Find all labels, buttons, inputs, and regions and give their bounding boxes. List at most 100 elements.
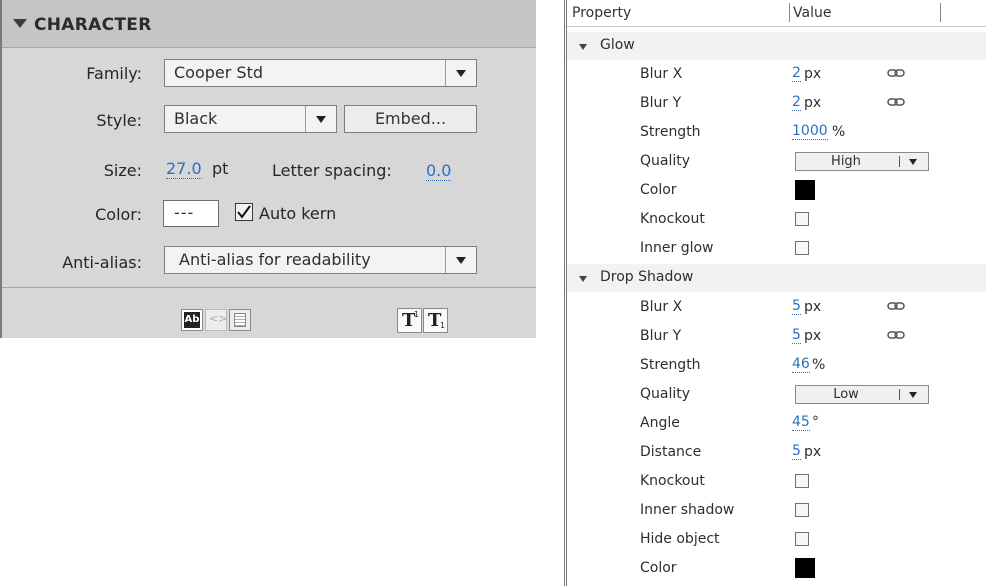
- blur-y-value[interactable]: 5: [792, 328, 801, 344]
- link-chain-icon[interactable]: [887, 97, 905, 107]
- anti-alias-label: Anti-alias:: [62, 253, 142, 272]
- font-size-value[interactable]: 27.0: [166, 160, 202, 179]
- link-chain-icon[interactable]: [887, 330, 905, 340]
- value-column-header[interactable]: Value: [793, 5, 831, 21]
- knockout-checkbox[interactable]: [795, 212, 809, 226]
- family-label: Family:: [86, 64, 142, 83]
- hide-object-checkbox[interactable]: [795, 532, 809, 546]
- shadow-strength-row: Strength 46 %: [567, 351, 986, 380]
- footer-divider: [2, 287, 536, 288]
- glow-strength-row: Strength 1000 %: [567, 118, 986, 147]
- shadow-color-row: Color: [567, 554, 986, 583]
- property-name: Blur Y: [640, 328, 682, 344]
- letter-spacing-value[interactable]: 0.0: [426, 162, 452, 181]
- render-html-icon[interactable]: <>: [205, 309, 227, 331]
- chevron-down-icon: [456, 70, 466, 77]
- blur-x-value[interactable]: 2: [792, 66, 801, 82]
- unit-label: px: [804, 328, 822, 344]
- quality-value: High: [831, 154, 861, 169]
- property-name: Blur X: [640, 299, 683, 315]
- glow-quality-row: Quality High: [567, 147, 986, 176]
- strength-value[interactable]: 1000: [792, 124, 828, 140]
- show-border-icon[interactable]: [229, 309, 251, 331]
- chevron-down-icon: [456, 257, 466, 264]
- shadow-angle-row: Angle 45 °: [567, 409, 986, 438]
- shadow-blur-x-row: Blur X 5 px: [567, 293, 986, 322]
- subscript-icon[interactable]: T 1: [423, 308, 448, 333]
- expand-triangle-icon[interactable]: [579, 44, 587, 50]
- expand-triangle-icon[interactable]: [579, 276, 587, 282]
- property-name: Strength: [640, 357, 701, 373]
- embed-button[interactable]: Embed...: [344, 105, 477, 133]
- glow-color-row: Color: [567, 176, 986, 205]
- link-chain-icon[interactable]: [887, 68, 905, 78]
- group-name: Drop Shadow: [600, 269, 694, 285]
- font-family-value: Cooper Std: [174, 63, 263, 82]
- font-style-dropdown[interactable]: Black: [164, 105, 337, 133]
- text-color-swatch[interactable]: ---: [163, 200, 219, 227]
- anti-alias-dropdown[interactable]: Anti-alias for readability: [164, 246, 477, 274]
- glow-group-header[interactable]: Glow: [567, 32, 986, 60]
- property-name: Blur X: [640, 66, 683, 82]
- superscript-icon[interactable]: T 1: [397, 308, 422, 333]
- quality-value: Low: [833, 387, 859, 402]
- property-name: Color: [640, 182, 677, 198]
- auto-kern-label: Auto kern: [259, 204, 337, 223]
- dropdown-arrow-button[interactable]: [305, 106, 336, 132]
- blur-x-value[interactable]: 5: [792, 299, 801, 315]
- property-name: Hide object: [640, 531, 720, 547]
- property-name: Angle: [640, 415, 680, 431]
- selectable-text-icon[interactable]: Ab: [181, 309, 203, 331]
- shadow-hide-object-row: Hide object: [567, 525, 986, 554]
- glow-inner-glow-row: Inner glow: [567, 234, 986, 263]
- distance-value[interactable]: 5: [792, 444, 801, 460]
- collapse-triangle-icon[interactable]: [13, 19, 27, 28]
- property-name: Quality: [640, 386, 691, 402]
- anti-alias-value: Anti-alias for readability: [179, 250, 371, 269]
- property-name: Knockout: [640, 211, 705, 227]
- unit-label: °: [812, 414, 819, 430]
- filter-property-grid: Property Value Glow Blur X 2 px Blur Y 2…: [564, 0, 986, 586]
- column-divider[interactable]: [789, 3, 790, 22]
- shadow-blur-y-row: Blur Y 5 px: [567, 322, 986, 351]
- angle-value[interactable]: 45: [792, 415, 810, 431]
- auto-kern-checkbox[interactable]: [235, 203, 253, 221]
- property-column-header[interactable]: Property: [572, 5, 631, 21]
- dropdown-arrow-button[interactable]: [445, 60, 476, 86]
- color-label: Color:: [95, 205, 142, 224]
- unit-label: px: [804, 444, 822, 460]
- blur-y-value[interactable]: 2: [792, 95, 801, 111]
- group-name: Glow: [600, 37, 635, 53]
- unit-label: px: [804, 95, 822, 111]
- glow-blur-y-row: Blur Y 2 px: [567, 89, 986, 118]
- property-name: Strength: [640, 124, 701, 140]
- shadow-color-swatch[interactable]: [795, 558, 815, 578]
- property-name: Blur Y: [640, 95, 682, 111]
- link-chain-icon[interactable]: [887, 301, 905, 311]
- drop-shadow-group-header[interactable]: Drop Shadow: [567, 264, 986, 292]
- unit-label: px: [804, 299, 822, 315]
- section-title: CHARACTER: [34, 15, 152, 35]
- knockout-checkbox[interactable]: [795, 474, 809, 488]
- property-name: Knockout: [640, 473, 705, 489]
- quality-dropdown[interactable]: High: [795, 152, 929, 171]
- chevron-down-icon: [909, 159, 917, 165]
- dropdown-arrow-button[interactable]: [445, 247, 476, 273]
- column-divider[interactable]: [940, 3, 941, 22]
- strength-value[interactable]: 46: [792, 357, 810, 373]
- inner-shadow-checkbox[interactable]: [795, 503, 809, 517]
- font-style-value: Black: [174, 109, 218, 128]
- character-section-header[interactable]: CHARACTER: [2, 0, 536, 48]
- inner-glow-checkbox[interactable]: [795, 241, 809, 255]
- property-name: Inner shadow: [640, 502, 735, 518]
- property-name: Distance: [640, 444, 702, 460]
- size-label: Size:: [103, 161, 142, 180]
- quality-dropdown[interactable]: Low: [795, 385, 929, 404]
- color-swatch-value: ---: [174, 203, 195, 222]
- font-family-dropdown[interactable]: Cooper Std: [164, 59, 477, 87]
- property-name: Color: [640, 560, 677, 576]
- chevron-down-icon: [316, 116, 326, 123]
- glow-color-swatch[interactable]: [795, 180, 815, 200]
- character-panel: CHARACTER Family: Cooper Std Style: Blac…: [0, 0, 536, 338]
- shadow-distance-row: Distance 5 px: [567, 438, 986, 467]
